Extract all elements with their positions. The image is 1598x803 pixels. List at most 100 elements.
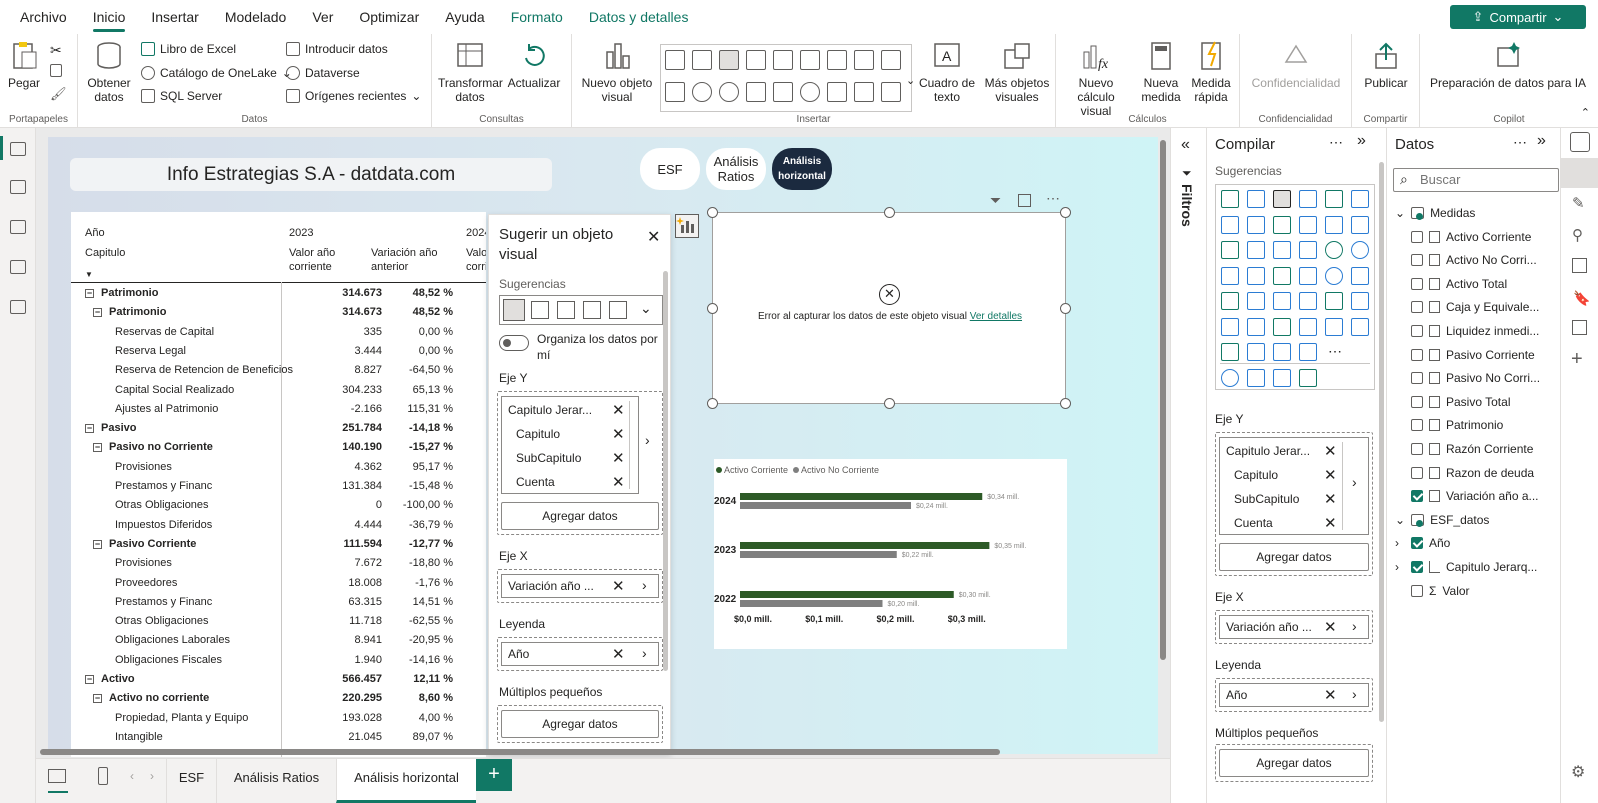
remove-icon[interactable]: ✕ (1324, 492, 1337, 507)
error-visual[interactable]: ✕ Error al capturar los datos de este ob… (707, 207, 1071, 409)
enter-data-button[interactable]: Introducir datos (286, 42, 388, 56)
python-visual-icon[interactable] (1325, 292, 1343, 310)
add-data-button[interactable]: Agregar datos (501, 502, 659, 530)
remove-icon[interactable]: ✕ (1324, 516, 1337, 531)
y-field[interactable]: Cuenta (516, 471, 555, 493)
add-data-button[interactable]: Agregar datos (501, 710, 659, 738)
resize-handle[interactable] (1060, 207, 1071, 218)
bar[interactable] (740, 502, 911, 509)
visual-gallery[interactable] (660, 44, 912, 112)
100-column-icon[interactable] (1351, 190, 1369, 208)
line-icon[interactable] (1221, 215, 1239, 234)
legend-field[interactable]: Año (1226, 684, 1247, 706)
table-icon[interactable] (1247, 292, 1265, 310)
table-row[interactable]: Reserva de Retencion de Beneficios 8.827 -… (71, 361, 486, 380)
transform-button[interactable]: Transformar datos (438, 40, 503, 104)
y-field[interactable]: SubCapitulo (516, 447, 581, 469)
ai-prep-button[interactable]: Preparación de datos para IA (1424, 40, 1592, 90)
tab-esf[interactable]: ESF (166, 759, 216, 803)
field-item[interactable]: Variación año a... (1411, 489, 1539, 503)
matrix-icon[interactable] (1273, 292, 1291, 310)
pie-icon[interactable] (1325, 241, 1343, 259)
remove-icon[interactable]: ✕ (1324, 444, 1337, 459)
field-checkbox[interactable] (1411, 301, 1423, 314)
chevron-right-icon[interactable]: › (642, 645, 647, 661)
menu-archivo[interactable]: Archivo (0, 0, 80, 34)
field-checkbox[interactable] (1411, 419, 1423, 432)
canvas-h-scrollbar[interactable] (40, 749, 1000, 755)
tab-horizontal[interactable]: Análisis horizontal (336, 759, 476, 803)
table-row[interactable]: Obligaciones Fiscales 1.940 -14,16 % (71, 651, 486, 670)
more-options-icon[interactable]: ⋯ (1046, 190, 1060, 207)
stacked-bar-icon[interactable] (1221, 190, 1239, 208)
table-row[interactable]: Otras Obligaciones 11.718 -62,55 % (71, 612, 486, 631)
close-icon[interactable]: ✕ (647, 227, 660, 247)
suggest-visual-icon[interactable] (675, 214, 699, 238)
table-row[interactable]: Otras Obligaciones 0 -100,00 % (71, 496, 486, 515)
remove-icon[interactable]: ✕ (612, 647, 625, 662)
table-row[interactable]: − Pasivo no Corriente 140.190 -15,27 % (71, 438, 486, 457)
field-checkbox[interactable] (1411, 395, 1423, 408)
canvas-v-scrollbar[interactable] (1160, 140, 1166, 660)
pie-icon[interactable] (692, 82, 712, 102)
menu-insertar[interactable]: Insertar (138, 0, 211, 34)
power-apps-icon[interactable] (1325, 317, 1343, 336)
menu-optimizar[interactable]: Optimizar (346, 0, 432, 34)
resize-handle[interactable] (884, 207, 895, 218)
bar-chart-visual[interactable]: Activo Corriente Activo No Corriente 2024 $… (714, 459, 1067, 649)
treemap-icon[interactable] (1221, 266, 1239, 285)
new-visual-calc-button[interactable]: fx Nuevo cálculo visual (1064, 40, 1128, 118)
bar[interactable] (740, 600, 883, 607)
field-item[interactable]: Activo Total (1411, 277, 1507, 291)
field-checkbox[interactable] (1411, 466, 1423, 479)
bar[interactable] (740, 591, 954, 598)
table-node[interactable]: ⌄ ESF_datos (1395, 513, 1489, 527)
x-field[interactable]: Variación año ... (1226, 616, 1312, 638)
card-icon[interactable] (1351, 266, 1369, 285)
field-checkbox[interactable] (1411, 348, 1423, 361)
refresh-button[interactable]: Actualizar (506, 40, 562, 90)
suggestion-table[interactable] (531, 301, 549, 319)
mobile-view-icon[interactable] (98, 767, 108, 785)
resize-handle[interactable] (707, 303, 718, 314)
field-item[interactable]: Pasivo No Corri... (1411, 371, 1540, 385)
chevron-icon[interactable] (1273, 343, 1291, 361)
field-item[interactable]: Σ Valor (1411, 584, 1470, 598)
field-checkbox[interactable] (1411, 277, 1423, 290)
clustered-column-icon[interactable] (746, 50, 766, 70)
field-checkbox[interactable] (1411, 490, 1423, 503)
bar[interactable] (740, 493, 983, 500)
azure-map-icon[interactable] (1273, 266, 1291, 285)
table-row[interactable]: Prestamos y Financ 63.315 14,51 % (71, 593, 486, 612)
chevron-down-icon[interactable]: ⌄ (640, 300, 652, 317)
donut-icon[interactable] (1351, 241, 1369, 259)
slicer-icon[interactable] (1221, 292, 1239, 310)
kpi-icon[interactable] (1299, 343, 1317, 361)
collapse-icon[interactable]: − (93, 539, 102, 549)
custom-icon[interactable] (1299, 369, 1317, 387)
build-pane-icon[interactable] (1561, 158, 1598, 188)
resize-handle[interactable] (707, 398, 718, 409)
globe-icon[interactable] (1221, 369, 1239, 387)
diamond-icon[interactable] (1247, 343, 1265, 361)
table-row[interactable]: − Activo no corriente 220.295 8,60 % (71, 689, 486, 708)
nav-button-esf[interactable]: ESF (640, 148, 700, 190)
collapse-icon[interactable]: − (93, 694, 102, 704)
remove-icon[interactable]: ✕ (612, 475, 625, 490)
resize-handle[interactable] (1060, 303, 1071, 314)
field-item[interactable]: Activo No Corri... (1411, 253, 1537, 267)
ribbon-icon[interactable] (1221, 241, 1239, 259)
narrative-icon[interactable] (1273, 317, 1291, 336)
stacked-bar-icon[interactable] (665, 50, 685, 70)
y-field[interactable]: Capitulo (1234, 464, 1278, 486)
field-item[interactable]: Pasivo Corriente (1411, 348, 1535, 362)
line-stacked-icon[interactable] (1351, 215, 1369, 234)
table-row[interactable]: Provisiones 7.672 -18,80 % (71, 554, 486, 573)
card-icon[interactable] (827, 82, 847, 102)
menu-ver[interactable]: Ver (299, 0, 346, 34)
table-row[interactable]: Obligaciones Laborales 8.941 -20,95 % (71, 631, 486, 650)
table-row[interactable]: Reservas de Capital 335 0,00 % (71, 323, 486, 342)
map-icon[interactable] (773, 82, 793, 102)
decomposition-tree-icon[interactable] (1221, 317, 1239, 336)
clustered-column-icon[interactable] (1299, 190, 1317, 208)
